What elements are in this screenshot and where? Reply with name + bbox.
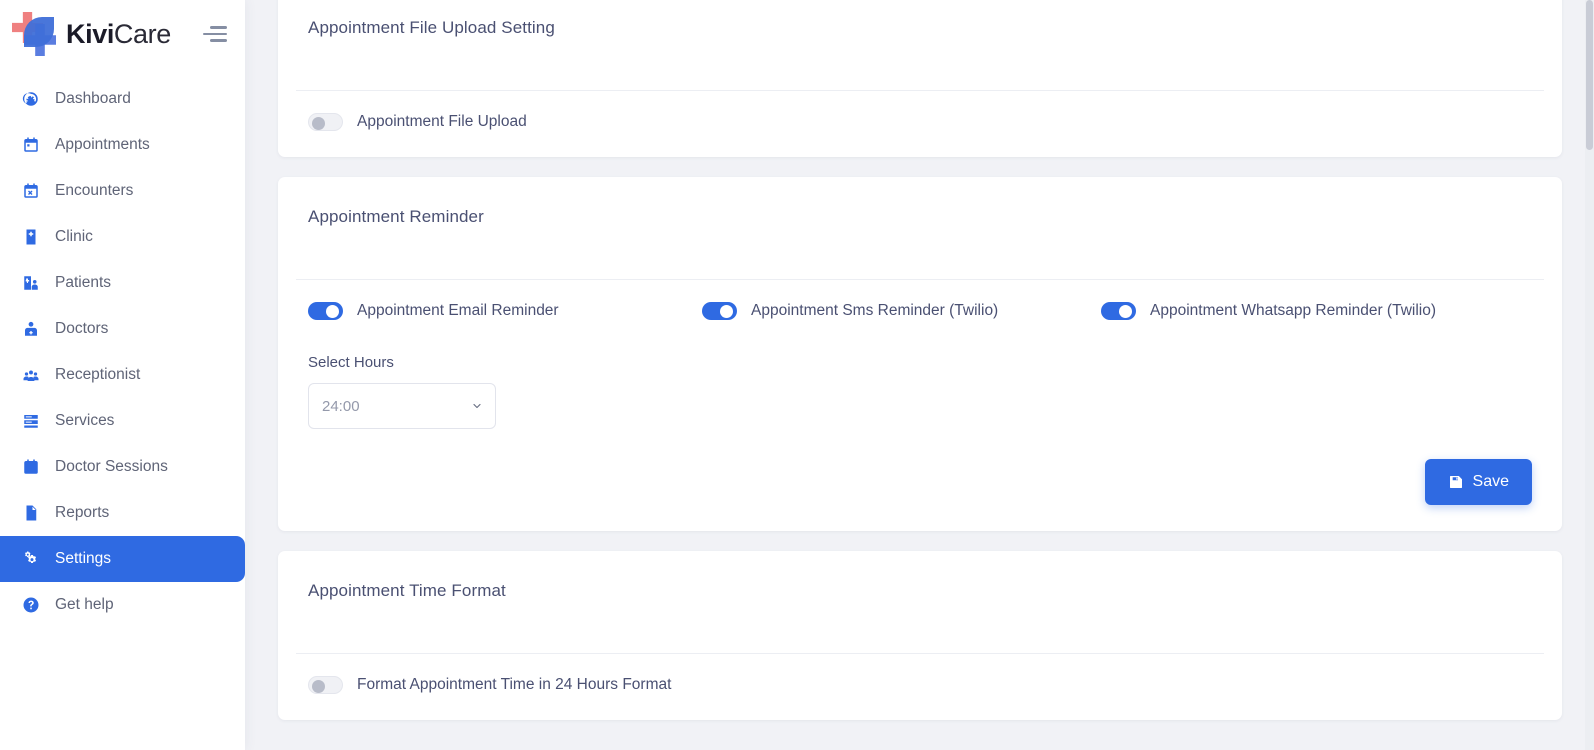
patients-icon [20,272,42,294]
sidebar-item-label: Doctors [55,320,109,338]
sidebar-item-get-help[interactable]: Get help [0,582,245,628]
card-body: Appointment Email Reminder Appointment S… [278,280,1562,531]
appointment-email-reminder-toggle[interactable] [308,302,343,320]
sidebar-item-encounters[interactable]: Encounters [0,168,245,214]
sidebar-item-label: Appointments [55,136,150,154]
app-root: KiviCare Dashboard Appointments Encounte… [0,0,1594,750]
appointment-whatsapp-reminder-toggle[interactable] [1101,302,1136,320]
sidebar-item-patients[interactable]: Patients [0,260,245,306]
sidebar-item-appointments[interactable]: Appointments [0,122,245,168]
card-appointment-file-upload: Appointment File Upload Setting Appointm… [278,0,1562,157]
select-hours-label: Select Hours [308,354,394,371]
doctor-icon [20,318,42,340]
brand-name-bold: Kivi [66,18,114,49]
card-header-spacer [278,227,1562,279]
appointment-sms-reminder-toggle[interactable] [702,302,737,320]
select-hours-wrapper: 24:00 [308,383,496,429]
server-list-icon [20,410,42,432]
brand-header: KiviCare [0,0,245,68]
speedometer-icon [20,88,42,110]
appointment-file-upload-label: Appointment File Upload [357,113,527,130]
save-row: Save [308,459,1532,505]
card-body: Format Appointment Time in 24 Hours Form… [278,654,1562,720]
appointment-file-upload-toggle[interactable] [308,113,343,131]
sidebar-item-label: Clinic [55,228,93,246]
sidebar-item-receptionist[interactable]: Receptionist [0,352,245,398]
hospital-icon [20,226,42,248]
select-hours-field: Select Hours 24:00 [308,354,1532,429]
format-24-hours-toggle[interactable] [308,676,343,694]
card-title: Appointment File Upload Setting [308,18,555,37]
time-format-row: Format Appointment Time in 24 Hours Form… [308,676,1532,694]
card-appointment-time-format: Appointment Time Format Format Appointme… [278,551,1562,720]
question-circle-icon [20,594,42,616]
card-header-spacer [278,38,1562,90]
sidebar-item-label: Dashboard [55,90,131,108]
card-header-spacer [278,601,1562,653]
save-button[interactable]: Save [1424,459,1532,505]
sidebar: KiviCare Dashboard Appointments Encounte… [0,0,245,750]
main-content: Appointment File Upload Setting Appointm… [245,0,1594,750]
reminder-toggles-row: Appointment Email Reminder Appointment S… [308,302,1532,320]
page-scrollbar-thumb[interactable] [1586,0,1593,150]
sidebar-nav: Dashboard Appointments Encounters Clinic [0,68,245,628]
sidebar-item-label: Settings [55,550,112,568]
sidebar-item-dashboard[interactable]: Dashboard [0,76,245,122]
card-body: Appointment File Upload [278,91,1562,157]
gears-icon [20,548,42,570]
sidebar-item-label: Receptionist [55,366,141,384]
people-group-icon [20,364,42,386]
sidebar-item-services[interactable]: Services [0,398,245,444]
sidebar-item-label: Patients [55,274,112,292]
appointment-whatsapp-reminder-label: Appointment Whatsapp Reminder (Twilio) [1150,302,1437,319]
sidebar-item-label: Get help [55,596,114,614]
document-icon [20,502,42,524]
select-hours-input[interactable]: 24:00 [308,383,496,429]
calendar-filled-icon [20,456,42,478]
sidebar-item-doctors[interactable]: Doctors [0,306,245,352]
sidebar-item-label: Encounters [55,182,134,200]
calendar-icon [20,134,42,156]
sidebar-item-label: Services [55,412,115,430]
appointment-file-upload-row: Appointment File Upload [308,113,1532,131]
format-24-hours-label: Format Appointment Time in 24 Hours Form… [357,676,672,693]
sms-reminder-group: Appointment Sms Reminder (Twilio) [702,302,1101,320]
brand-name-light: Care [113,18,171,49]
appointment-sms-reminder-label: Appointment Sms Reminder (Twilio) [751,302,999,319]
card-title: Appointment Reminder [308,207,484,226]
sidebar-item-clinic[interactable]: Clinic [0,214,245,260]
brand-title: KiviCare [66,19,171,50]
sidebar-item-settings[interactable]: Settings [0,536,245,582]
page-scrollbar[interactable] [1585,0,1594,750]
hamburger-icon[interactable] [203,21,229,47]
sidebar-item-doctor-sessions[interactable]: Doctor Sessions [0,444,245,490]
kivicare-cross-logo-icon [11,11,57,57]
card-appointment-reminder: Appointment Reminder Appointment Email R… [278,177,1562,531]
save-button-label: Save [1472,473,1509,490]
card-title: Appointment Time Format [308,581,506,600]
floppy-disk-icon [1448,474,1464,490]
sidebar-item-reports[interactable]: Reports [0,490,245,536]
whatsapp-reminder-group: Appointment Whatsapp Reminder (Twilio) [1101,302,1532,320]
calendar-check-icon [20,180,42,202]
sidebar-item-label: Reports [55,504,110,522]
sidebar-item-label: Doctor Sessions [55,458,168,476]
appointment-email-reminder-label: Appointment Email Reminder [357,302,559,319]
email-reminder-group: Appointment Email Reminder [308,302,702,320]
